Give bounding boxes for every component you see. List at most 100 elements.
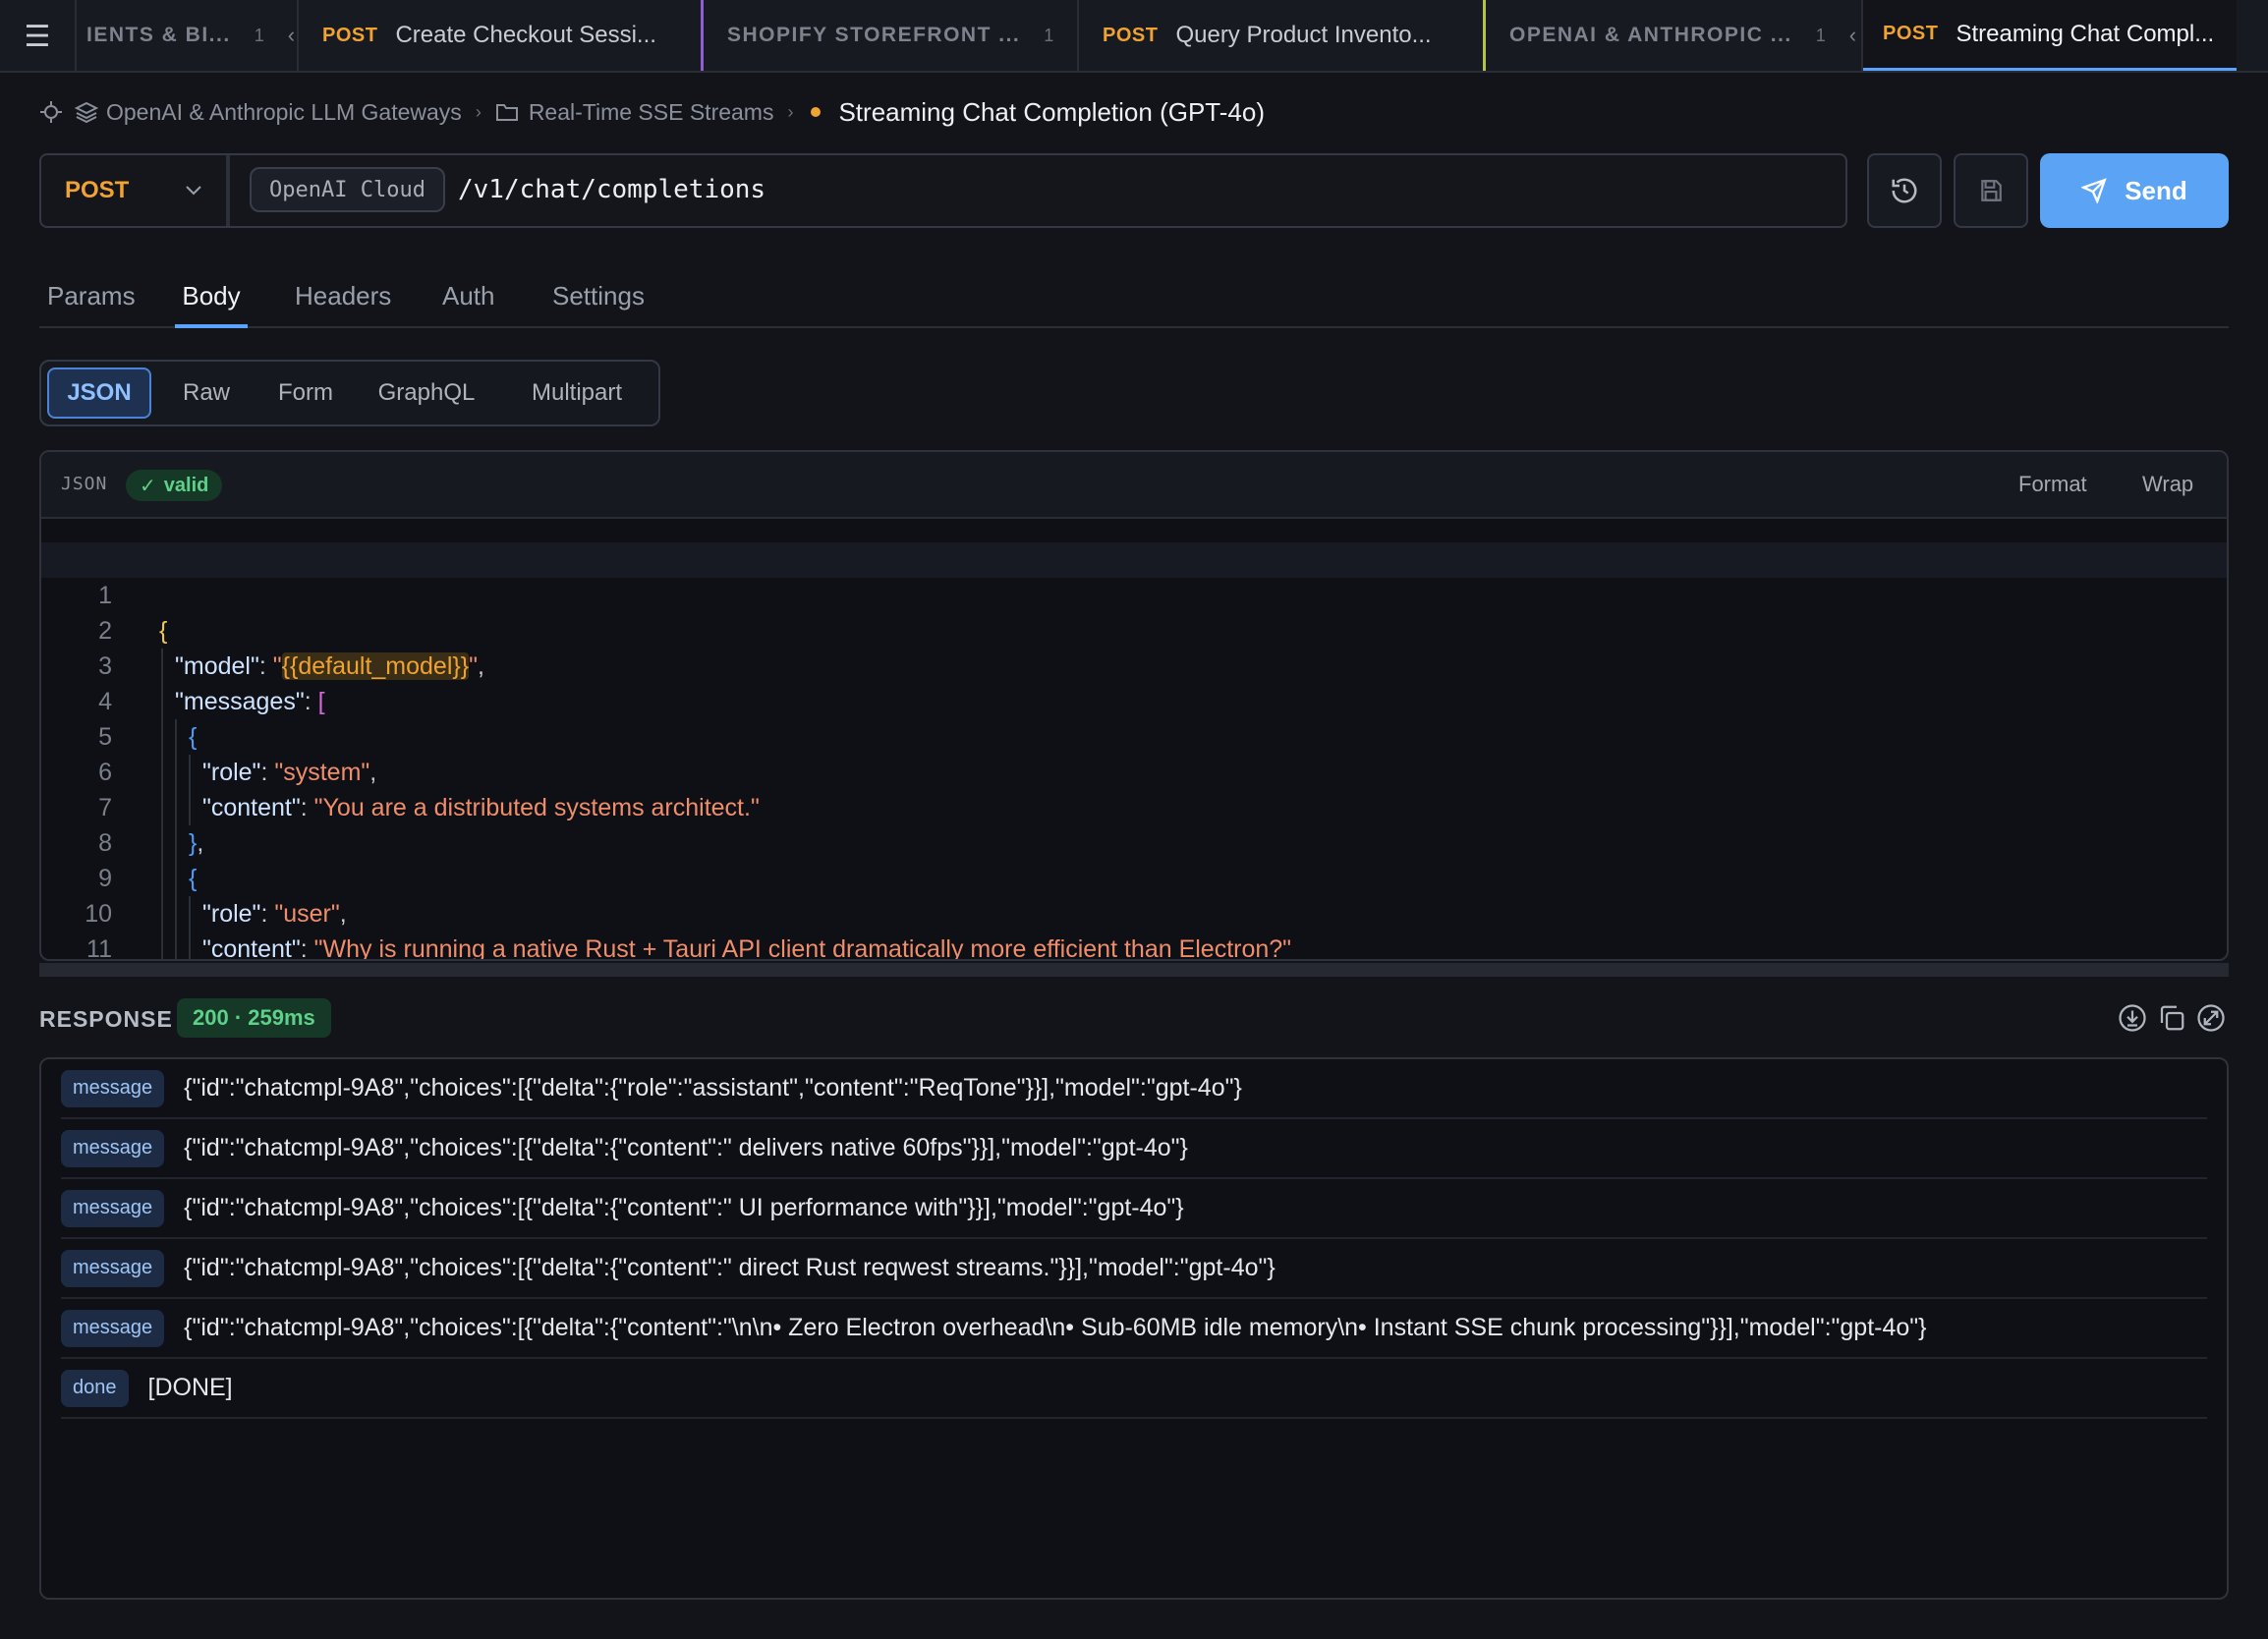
sse-event-data: {"id":"chatcmpl-9A8","choices":[{"delta"… xyxy=(184,1314,1927,1341)
download-icon[interactable] xyxy=(2117,1002,2148,1034)
sse-event-data: [DONE] xyxy=(147,1374,233,1401)
breadcrumb-separator-icon: › xyxy=(787,101,794,122)
sse-event-type: message xyxy=(61,1309,165,1347)
sse-event-row: done [DONE] xyxy=(61,1359,2207,1419)
format-button[interactable]: Format xyxy=(2018,472,2087,497)
tab-title: Create Checkout Sessi... xyxy=(395,22,656,48)
validation-badge: ✓ valid xyxy=(126,470,223,501)
chevron-left-icon[interactable]: ‹ xyxy=(288,23,295,48)
check-icon: ✓ xyxy=(140,475,156,497)
url-input[interactable] xyxy=(458,167,1814,212)
body-type-form[interactable]: Form xyxy=(261,367,350,419)
method-select[interactable]: POST xyxy=(41,155,230,226)
sse-event-row: message {"id":"chatcmpl-9A8","choices":[… xyxy=(61,1299,2207,1359)
tab-group-count: 1 xyxy=(1815,25,1826,45)
sse-event-data: {"id":"chatcmpl-9A8","choices":[{"delta"… xyxy=(184,1134,1188,1161)
tab-method: POST xyxy=(1883,23,1939,44)
code-line: 1 { xyxy=(41,542,2227,645)
code-area[interactable]: 1 { 2 "model": "{{default_model}}", 3 "m… xyxy=(41,542,2227,959)
breadcrumb: OpenAI & Anthropic LLM Gateways › Real-T… xyxy=(39,94,1265,130)
tab-title: Streaming Chat Compl... xyxy=(1956,20,2215,47)
method-value: POST xyxy=(65,177,130,203)
body-type-multipart[interactable]: Multipart xyxy=(503,367,651,419)
response-label: RESPONSE xyxy=(39,1006,173,1032)
tab-query-inventory[interactable]: POST Query Product Invento... xyxy=(1079,0,1486,71)
history-icon xyxy=(1892,178,1917,203)
tab-group-title: SHOPIFY STOREFRONT ... xyxy=(727,24,1021,46)
editor-language: JSON xyxy=(61,474,108,494)
body-type-json[interactable]: JSON xyxy=(47,367,151,419)
chevron-down-icon xyxy=(185,181,202,201)
save-icon xyxy=(1981,180,2002,201)
body-type-raw[interactable]: Raw xyxy=(167,367,246,419)
send-button[interactable]: Send xyxy=(2040,153,2229,228)
tab-group-count: 1 xyxy=(254,25,264,45)
sse-event-row: message {"id":"chatcmpl-9A8","choices":[… xyxy=(61,1059,2207,1119)
tab-create-checkout[interactable]: POST Create Checkout Sessi... xyxy=(299,0,704,71)
unsaved-indicator xyxy=(811,107,822,117)
body-editor[interactable]: JSON ✓ valid Format Wrap 1 { 2 "model": … xyxy=(39,450,2229,961)
sse-event-row: message {"id":"chatcmpl-9A8","choices":[… xyxy=(61,1119,2207,1179)
tab-params[interactable]: Params xyxy=(47,271,136,328)
sse-event-row: message {"id":"chatcmpl-9A8","choices":[… xyxy=(61,1239,2207,1299)
tab-group-title: IENTS & BI... xyxy=(86,24,231,46)
editor-toolbar: JSON ✓ valid Format Wrap xyxy=(41,452,2227,519)
send-label: Send xyxy=(2125,175,2187,205)
sse-event-type: done xyxy=(61,1369,129,1407)
history-button[interactable] xyxy=(1867,153,1942,228)
validation-status: valid xyxy=(163,474,209,496)
sse-event-type: message xyxy=(61,1129,165,1167)
code-line: 7 }, xyxy=(41,755,2227,861)
request-tabs: Params Body Headers Auth Settings xyxy=(39,271,2229,328)
sse-event-data: {"id":"chatcmpl-9A8","choices":[{"delta"… xyxy=(184,1254,1276,1281)
code-line: 5 "role": "system", xyxy=(41,684,2227,790)
sse-event-row: message {"id":"chatcmpl-9A8","choices":[… xyxy=(61,1179,2207,1239)
folder-icon xyxy=(495,104,518,121)
code-line: 12 ], xyxy=(41,932,2227,959)
menu-icon[interactable]: ☰ xyxy=(0,0,77,73)
tab-group-shopify[interactable]: SHOPIFY STOREFRONT ... 1 ‹ xyxy=(704,0,1079,71)
code-line: 3 "messages": [ xyxy=(41,613,2227,719)
breadcrumb-folder[interactable]: Real-Time SSE Streams xyxy=(529,99,774,126)
response-status-badge: 200 · 259ms xyxy=(177,998,331,1038)
code-line: 8 { xyxy=(41,790,2227,896)
tab-strip: ☰ IENTS & BI... 1 ‹ POST Create Checkout… xyxy=(0,0,2268,73)
tab-streaming-chat[interactable]: POST Streaming Chat Compl... ✕ xyxy=(1863,0,2237,71)
tab-group-count: 1 xyxy=(1044,25,1054,45)
pane-resize-handle[interactable] xyxy=(39,963,2229,977)
environment-chip[interactable]: OpenAI Cloud xyxy=(250,167,445,212)
sse-event-type: message xyxy=(61,1189,165,1227)
tab-method: POST xyxy=(322,24,378,46)
sse-event-type: message xyxy=(61,1249,165,1287)
code-line: 6 "content": "You are a distributed syst… xyxy=(41,719,2227,825)
tab-body[interactable]: Body xyxy=(175,271,248,328)
tab-group-openai[interactable]: OPENAI & ANTHROPIC ... 1 ‹ xyxy=(1486,0,1863,71)
code-line: 9 "role": "user", xyxy=(41,825,2227,932)
code-line: 11 } xyxy=(41,896,2227,959)
code-line: 2 "model": "{{default_model}}", xyxy=(41,578,2227,684)
crosshair-icon[interactable] xyxy=(39,100,63,124)
tab-headers[interactable]: Headers xyxy=(295,271,391,328)
breadcrumb-collection[interactable]: OpenAI & Anthropic LLM Gateways xyxy=(106,99,462,126)
save-button[interactable] xyxy=(1954,153,2028,228)
breadcrumb-separator-icon: › xyxy=(475,101,482,122)
code-line: 10 "content": "Why is running a native R… xyxy=(41,861,2227,959)
tab-auth[interactable]: Auth xyxy=(442,271,495,328)
url-bar: POST OpenAI Cloud xyxy=(39,153,1847,228)
response-event-stream[interactable]: message {"id":"chatcmpl-9A8","choices":[… xyxy=(39,1057,2229,1600)
chevron-left-icon[interactable]: ‹ xyxy=(1849,23,1856,48)
code-line: 4 { xyxy=(41,649,2227,755)
sse-event-type: message xyxy=(61,1069,165,1107)
sse-event-data: {"id":"chatcmpl-9A8","choices":[{"delta"… xyxy=(184,1074,1242,1102)
copy-icon[interactable] xyxy=(2156,1002,2187,1034)
send-icon xyxy=(2081,178,2107,203)
sse-event-data: {"id":"chatcmpl-9A8","choices":[{"delta"… xyxy=(184,1194,1184,1221)
tab-settings[interactable]: Settings xyxy=(552,271,645,328)
tab-group-payments[interactable]: IENTS & BI... 1 ‹ xyxy=(77,0,299,71)
expand-icon[interactable] xyxy=(2195,1002,2227,1034)
breadcrumb-current: Streaming Chat Completion (GPT-4o) xyxy=(838,96,1265,127)
wrap-button[interactable]: Wrap xyxy=(2142,472,2193,497)
body-type-graphql[interactable]: GraphQL xyxy=(366,367,487,419)
layers-icon xyxy=(75,101,98,124)
tab-method: POST xyxy=(1103,24,1159,46)
